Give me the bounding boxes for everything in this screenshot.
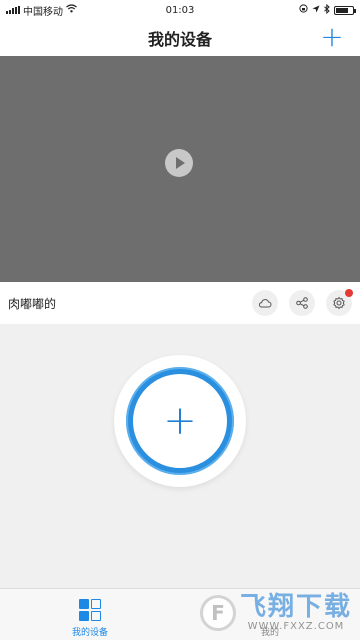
add-device-nav-button[interactable]: + (318, 23, 346, 52)
play-icon[interactable] (165, 149, 193, 177)
status-left: 中国移动 (6, 3, 77, 18)
plus-icon: + (163, 398, 197, 444)
status-right (299, 3, 356, 17)
device-bar: 肉嘟嘟的 (0, 282, 360, 324)
settings-icon (333, 296, 345, 310)
add-device-ring: + (126, 367, 234, 475)
notification-badge (345, 289, 353, 297)
wifi-icon (66, 4, 77, 16)
nav-bar: 我的设备 + (0, 20, 360, 56)
watermark-icon: F (199, 594, 236, 631)
devices-grid-icon (79, 599, 101, 621)
watermark-main: 飞翔下载 (239, 592, 352, 622)
watermark-text: 飞翔下载 WWW.FXXZ.COM (240, 593, 352, 632)
carrier-label: 中国移动 (23, 6, 63, 18)
signal-icon (6, 6, 20, 14)
tab-my-devices-label: 我的设备 (71, 628, 108, 638)
cloud-button[interactable] (252, 290, 278, 316)
battery-fill (336, 7, 348, 13)
device-name: 肉嘟嘟的 (8, 296, 57, 311)
add-device-button[interactable]: + (114, 355, 246, 487)
watermark-logo: F 飞翔下载 WWW.FXXZ.COM (199, 593, 352, 632)
page-title: 我的设备 (147, 30, 212, 49)
battery-icon (334, 5, 356, 15)
tab-my-devices[interactable]: 我的设备 (0, 589, 180, 640)
bluetooth-icon (324, 3, 330, 17)
settings-button[interactable] (326, 289, 353, 316)
lock-rotation-icon (299, 4, 308, 16)
status-bar: 中国移动 01:03 (0, 0, 360, 20)
location-icon (312, 5, 320, 16)
share-icon (296, 297, 308, 309)
share-button[interactable] (289, 290, 315, 316)
cloud-icon (258, 299, 272, 308)
watermark-sub: WWW.FXXZ.COM (247, 621, 345, 632)
